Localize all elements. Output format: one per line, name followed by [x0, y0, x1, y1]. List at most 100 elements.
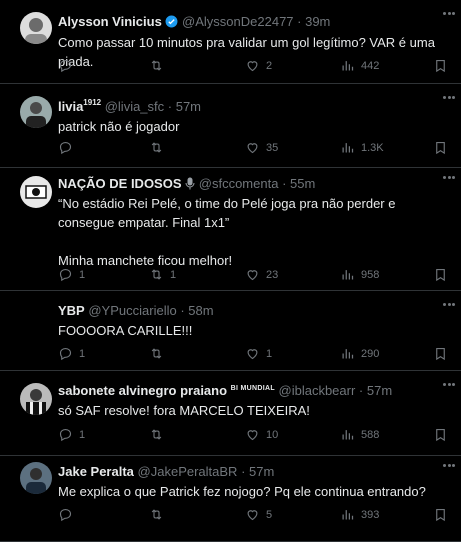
- like-button[interactable]: 5: [245, 507, 272, 522]
- avatar[interactable]: [20, 12, 52, 44]
- views-count: 290: [361, 347, 380, 360]
- handle[interactable]: @YPucciariello: [88, 303, 176, 318]
- tweet-text: patrick não é jogador: [58, 119, 180, 134]
- views-chart-icon: [340, 346, 355, 361]
- likes-count: 23: [266, 268, 279, 281]
- like-button[interactable]: 2: [245, 58, 272, 73]
- heart-icon: [245, 507, 260, 522]
- more-options-icon[interactable]: [443, 383, 455, 386]
- reply-button[interactable]: 1: [58, 346, 85, 361]
- tweet-actions: 1 1 23 958: [58, 267, 461, 285]
- more-options-icon[interactable]: [443, 96, 455, 99]
- likes-count: 5: [266, 508, 273, 521]
- tweet-header: YBP @YPucciariello · 58m: [58, 303, 214, 318]
- tweet-text: só SAF resolve! fora MARCELO TEIXEIRA!: [58, 403, 310, 418]
- views-chart-icon: [340, 58, 355, 73]
- tweet-header: livia1912 @livia_sfc · 57m: [58, 98, 201, 114]
- likes-count: 10: [266, 428, 279, 441]
- heart-icon: [245, 140, 260, 155]
- timestamp[interactable]: · 55m: [282, 176, 315, 191]
- retweet-button[interactable]: [149, 427, 170, 442]
- avatar[interactable]: [20, 96, 52, 128]
- views-button[interactable]: 1.3K: [340, 140, 384, 155]
- reply-button[interactable]: 1: [58, 427, 85, 442]
- bookmark-button[interactable]: [433, 507, 448, 522]
- avatar[interactable]: [20, 383, 52, 415]
- reply-button[interactable]: 1: [58, 267, 85, 282]
- reply-icon: [58, 427, 73, 442]
- views-button[interactable]: 442: [340, 58, 379, 73]
- display-name[interactable]: Alysson Vinicius: [58, 14, 162, 29]
- tweet-text: “No estádio Rei Pelé, o time do Pelé jog…: [58, 196, 396, 268]
- more-options-icon[interactable]: [443, 12, 455, 15]
- tweet-header: sabonete alvinegro praiano BI MUNDIAL @i…: [58, 383, 392, 398]
- views-button[interactable]: 958: [340, 267, 379, 282]
- reply-button[interactable]: [58, 140, 79, 155]
- bookmark-button[interactable]: [433, 427, 448, 442]
- avatar[interactable]: [20, 176, 52, 208]
- views-count: 1.3K: [361, 141, 384, 154]
- timestamp[interactable]: · 57m: [168, 99, 201, 114]
- bookmark-button[interactable]: [433, 346, 448, 361]
- more-options-icon[interactable]: [443, 176, 455, 179]
- tweet-actions: 1 10 588: [58, 427, 461, 445]
- retweet-icon: [149, 346, 164, 361]
- views-chart-icon: [340, 427, 355, 442]
- timestamp[interactable]: · 57m: [241, 464, 274, 479]
- tweet[interactable]: Jake Peralta @JakePeraltaBR · 57m Me exp…: [0, 456, 461, 542]
- retweet-button[interactable]: [149, 58, 170, 73]
- retweet-icon: [149, 267, 164, 282]
- bookmark-button[interactable]: [433, 58, 448, 73]
- retweet-button[interactable]: 1: [149, 267, 176, 282]
- more-options-icon[interactable]: [443, 464, 455, 467]
- avatar[interactable]: [20, 462, 52, 494]
- like-button[interactable]: 10: [245, 427, 278, 442]
- tweet-header: NAÇÃO DE IDOSOS @sfccomenta · 55m: [58, 176, 315, 191]
- more-options-icon[interactable]: [443, 303, 455, 306]
- reply-icon: [58, 58, 73, 73]
- timestamp[interactable]: · 39m: [297, 14, 330, 29]
- tweet[interactable]: livia1912 @livia_sfc · 57m patrick não é…: [0, 84, 461, 168]
- handle[interactable]: @sfccomenta: [199, 176, 279, 191]
- views-chart-icon: [340, 267, 355, 282]
- handle[interactable]: @iblackbearr: [279, 383, 356, 398]
- handle[interactable]: @JakePeraltaBR: [138, 464, 238, 479]
- display-name[interactable]: YBP: [58, 303, 85, 318]
- timestamp[interactable]: · 57m: [359, 383, 392, 398]
- views-button[interactable]: 290: [340, 346, 379, 361]
- bookmark-icon: [433, 140, 448, 155]
- handle[interactable]: @AlyssonDe22477: [182, 14, 293, 29]
- tweet-text: Me explica o que Patrick fez nojogo? Pq …: [58, 484, 426, 499]
- microphone-icon: [185, 177, 195, 190]
- reply-button[interactable]: [58, 58, 79, 73]
- display-name[interactable]: livia1912: [58, 98, 101, 114]
- avatar[interactable]: [20, 301, 52, 333]
- tweet[interactable]: NAÇÃO DE IDOSOS @sfccomenta · 55m “No es…: [0, 168, 461, 291]
- tweet-actions: 5 393: [58, 507, 461, 525]
- reply-button[interactable]: [58, 507, 79, 522]
- display-name[interactable]: sabonete alvinegro praiano BI MUNDIAL: [58, 383, 275, 398]
- retweet-button[interactable]: [149, 507, 170, 522]
- like-button[interactable]: 35: [245, 140, 278, 155]
- views-count: 958: [361, 268, 380, 281]
- tweet[interactable]: YBP @YPucciariello · 58m FOOOORA CARILLE…: [0, 291, 461, 371]
- like-button[interactable]: 23: [245, 267, 278, 282]
- timestamp[interactable]: · 58m: [180, 303, 213, 318]
- tweet-text: FOOOORA CARILLE!!!: [58, 323, 193, 338]
- retweet-icon: [149, 507, 164, 522]
- replies-count: 1: [79, 347, 86, 360]
- retweet-button[interactable]: [149, 346, 170, 361]
- bookmark-button[interactable]: [433, 140, 448, 155]
- handle[interactable]: @livia_sfc: [105, 99, 164, 114]
- views-button[interactable]: 588: [340, 427, 379, 442]
- display-name[interactable]: Jake Peralta: [58, 464, 134, 479]
- tweet[interactable]: Alysson Vinicius @AlyssonDe22477 · 39m C…: [0, 0, 461, 84]
- tweet[interactable]: sabonete alvinegro praiano BI MUNDIAL @i…: [0, 371, 461, 456]
- retweet-button[interactable]: [149, 140, 170, 155]
- views-button[interactable]: 393: [340, 507, 379, 522]
- retweets-count: 1: [170, 268, 177, 281]
- display-name[interactable]: NAÇÃO DE IDOSOS: [58, 176, 182, 191]
- reply-icon: [58, 507, 73, 522]
- bookmark-button[interactable]: [433, 267, 448, 282]
- like-button[interactable]: 1: [245, 346, 272, 361]
